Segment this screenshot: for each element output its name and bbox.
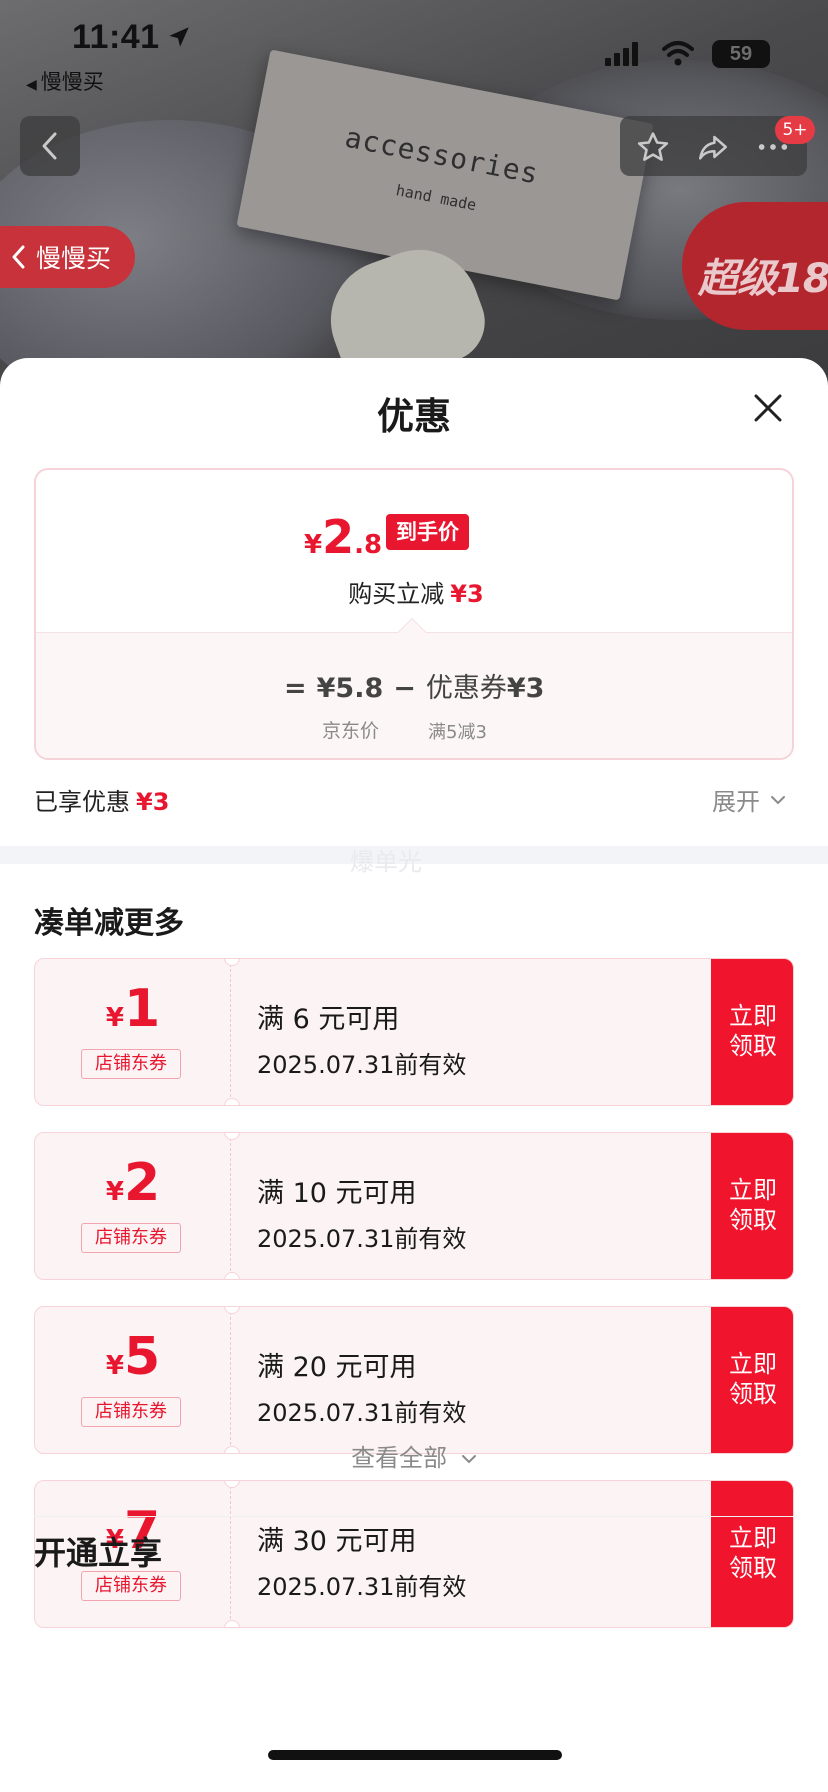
chevron-left-icon — [12, 245, 25, 269]
chevron-down-icon — [771, 795, 785, 804]
coupon-label: 优惠券 — [425, 673, 507, 704]
coupon-amount: ¥5 — [35, 1327, 231, 1387]
battery-level: 59 — [729, 43, 753, 65]
expand-label: 展开 — [712, 788, 760, 816]
divider-watermark-text: 爆单光 — [350, 848, 422, 876]
coupon-currency: ¥ — [105, 1003, 124, 1033]
battery-icon: 59 — [712, 40, 770, 68]
coupon-amount: ¥1 — [35, 979, 231, 1039]
notification-badge: 5+ — [775, 116, 815, 144]
sheet-title: 优惠 — [377, 395, 451, 438]
promo-label: 超级18 — [698, 256, 828, 302]
claim-label-line1: 立即 — [729, 1002, 777, 1030]
instant-discount-line: 购买立减 ¥3 — [36, 574, 792, 609]
coupon-cutout — [224, 1098, 240, 1105]
status-time: 11:41 — [72, 18, 160, 56]
coupon-cutout — [224, 1620, 240, 1627]
coupon-expiry: 2025.07.31前有效 — [257, 1225, 467, 1253]
coupon-expiry: 2025.07.31前有效 — [257, 1573, 467, 1601]
coupon-expiry: 2025.07.31前有效 — [257, 1051, 467, 1079]
view-all-label: 查看全部 — [351, 1444, 448, 1472]
coupon-type-badge: 店铺东券 — [81, 1571, 181, 1601]
coupon-type-badge: 店铺东券 — [81, 1049, 181, 1079]
claim-coupon-button[interactable]: 立即 领取 — [711, 959, 793, 1105]
final-price-tag: 到手价 — [386, 514, 469, 550]
instant-discount-label: 购买立减 — [348, 580, 445, 608]
claim-label-line1: 立即 — [729, 1176, 777, 1204]
coupon-card: ¥2 店铺东券 满 10 元可用 2025.07.31前有效 立即 领取 — [34, 1132, 794, 1280]
claim-label-line1: 立即 — [729, 1524, 777, 1552]
cellular-signal-icon — [605, 42, 638, 66]
claim-label-line2: 领取 — [729, 1380, 777, 1408]
claim-label-line2: 领取 — [729, 1206, 777, 1234]
back-pill-label: 慢慢买 — [36, 244, 112, 273]
coupon-amount-value: 2 — [123, 1153, 161, 1213]
more-savings-title: 凑单减更多 — [34, 906, 184, 941]
coupon-condition: 满 20 元可用 — [257, 1352, 417, 1383]
formula-equals: = — [284, 673, 307, 704]
home-indicator — [268, 1750, 562, 1760]
instant-discount-value: ¥3 — [450, 580, 484, 608]
coupon-card: ¥5 店铺东券 满 20 元可用 2025.07.31前有效 立即 领取 — [34, 1306, 794, 1454]
back-button[interactable] — [20, 116, 80, 176]
coupon-condition-label: 满5减3 — [428, 722, 487, 743]
price-summary-card: ¥2.8 到手价 购买立减 ¥3 = ¥5.8− 优惠券¥3 京东价 满5减3 — [34, 468, 794, 760]
coupon-amount: ¥2 — [35, 1153, 231, 1213]
coupon-currency: ¥ — [105, 1177, 124, 1207]
coupon-type-badge: 店铺东券 — [81, 1223, 181, 1253]
view-all-coupons-link[interactable]: 查看全部 — [0, 1438, 828, 1473]
coupon-currency: ¥ — [105, 1351, 124, 1381]
coupon-condition: 满 10 元可用 — [257, 1178, 417, 1209]
coupon-amount-value: 1 — [123, 979, 161, 1039]
membership-section-title: 开通立享 — [34, 1534, 163, 1572]
coupon-expiry: 2025.07.31前有效 — [257, 1399, 467, 1427]
box-text-handmade: hand made — [394, 181, 478, 215]
chevron-left-icon — [42, 132, 57, 160]
wifi-icon — [662, 41, 694, 66]
promo-super18-pill[interactable]: 超级18 — [682, 202, 828, 330]
box-text-accessories: accessories — [342, 120, 542, 191]
claim-coupon-button[interactable]: 立即 领取 — [711, 1133, 793, 1279]
final-price-int: 2 — [322, 510, 355, 564]
expand-toggle[interactable]: 展开 — [712, 782, 786, 817]
enjoyed-value: ¥3 — [136, 788, 170, 816]
jd-price-label: 京东价 — [322, 720, 380, 742]
final-price-currency: ¥ — [304, 530, 323, 560]
claim-label-line2: 领取 — [729, 1554, 777, 1582]
coupon-amount-value: 5 — [123, 1327, 161, 1387]
coupon-cutout — [224, 1272, 240, 1279]
chevron-down-icon — [461, 1455, 476, 1464]
location-arrow-icon — [169, 27, 189, 47]
back-to-manmanmai-pill[interactable]: 慢慢买 — [0, 226, 135, 288]
claim-label-line1: 立即 — [729, 1350, 777, 1378]
back-triangle-icon: ◀ — [26, 77, 37, 93]
enjoyed-label: 已享优惠 — [34, 788, 130, 816]
coupon-type-badge: 店铺东券 — [81, 1397, 181, 1427]
discount-sheet: 优惠 ¥2.8 到手价 购买立减 ¥3 = ¥5.8− 优惠券¥3 京东价 满5减3 … — [0, 358, 828, 1792]
back-to-app-link[interactable]: ◀ 慢慢买 — [26, 66, 104, 96]
claim-coupon-button[interactable]: 立即 领取 — [711, 1307, 793, 1453]
jd-price: ¥5.8 — [316, 673, 384, 704]
back-app-label: 慢慢买 — [40, 70, 104, 94]
close-icon[interactable] — [748, 388, 788, 428]
star-favorite-icon[interactable] — [636, 130, 670, 164]
coupon-condition: 满 6 元可用 — [257, 1004, 400, 1035]
claim-label-line2: 领取 — [729, 1032, 777, 1060]
final-price-dec: .8 — [354, 530, 383, 560]
section-divider-line — [34, 1516, 794, 1517]
final-price: ¥2.8 — [304, 510, 382, 564]
status-bar: 11:41 ◀ 慢慢买 59 — [0, 0, 828, 94]
coupon-condition: 满 30 元可用 — [257, 1526, 417, 1557]
claim-coupon-button[interactable]: 立即 领取 — [711, 1481, 793, 1627]
share-icon[interactable] — [696, 130, 730, 164]
enjoyed-discount: 已享优惠 ¥3 — [34, 782, 169, 817]
formula-minus: − — [393, 673, 416, 704]
price-formula: = ¥5.8− 优惠券¥3 — [284, 666, 554, 705]
coupon-card: ¥1 店铺东券 满 6 元可用 2025.07.31前有效 立即 领取 — [34, 958, 794, 1106]
coupon-value: ¥3 — [506, 673, 545, 704]
